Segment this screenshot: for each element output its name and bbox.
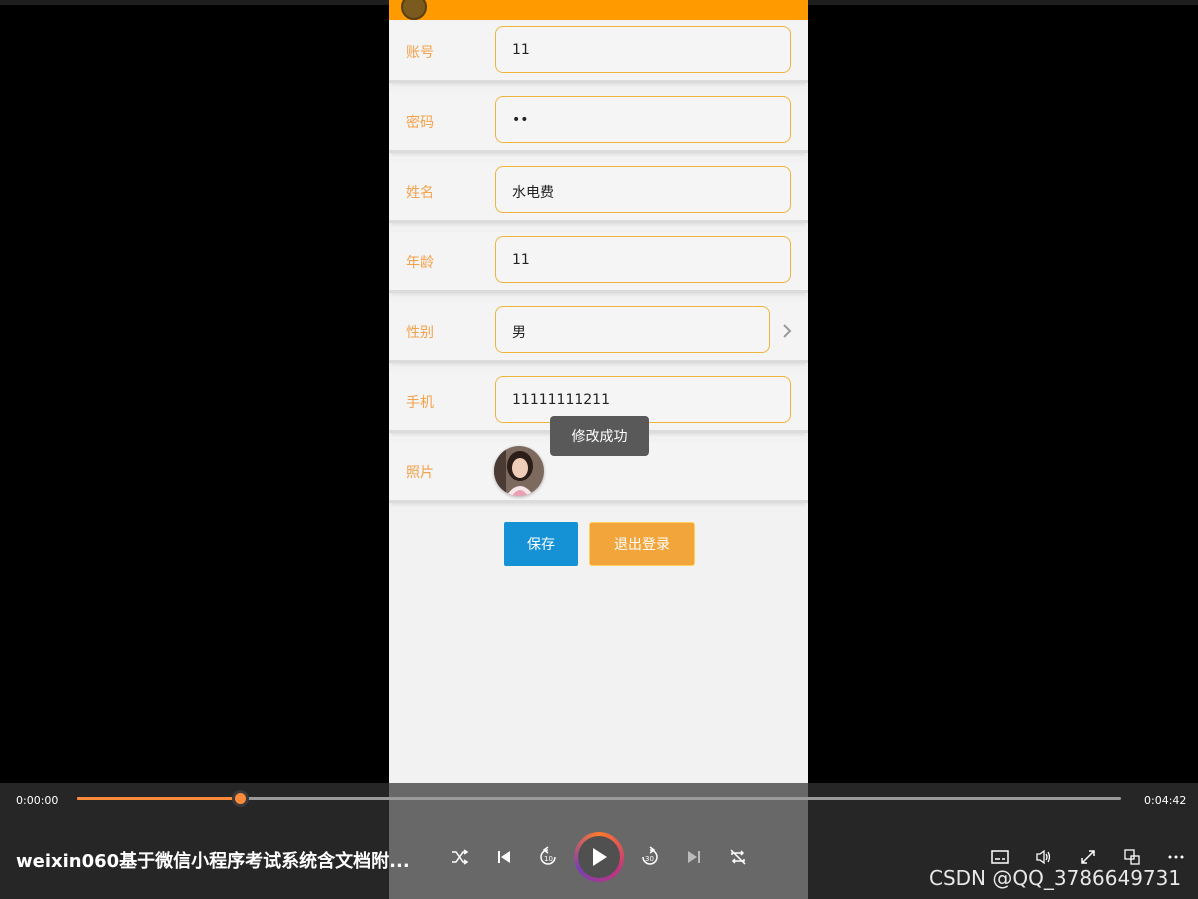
fullscreen-icon[interactable] <box>1077 846 1099 868</box>
gender-label: 性别 <box>406 325 434 341</box>
play-button[interactable] <box>574 832 624 882</box>
seek-thumb[interactable] <box>231 790 249 807</box>
age-row: 年龄 11 <box>389 232 808 293</box>
phone-label: 手机 <box>406 395 434 411</box>
age-label: 年龄 <box>406 255 434 271</box>
back-circle-icon[interactable] <box>401 0 427 20</box>
name-row: 姓名 水电费 <box>389 162 808 223</box>
subtitles-icon[interactable] <box>989 846 1011 868</box>
svg-text:30: 30 <box>645 855 654 863</box>
video-title: weixin060基于微信小程序考试系统含文档附... <box>16 851 410 872</box>
play-icon <box>578 836 620 878</box>
gender-row: 性别 男 <box>389 302 808 363</box>
phone-screen: 账号 11 密码 •• 姓名 水电费 年龄 11 性别 男 手机 1111111… <box>389 0 808 899</box>
account-row: 账号 11 <box>389 22 808 83</box>
save-button[interactable]: 保存 <box>504 522 578 566</box>
success-toast: 修改成功 <box>550 416 649 456</box>
skip-previous-icon[interactable] <box>493 846 515 868</box>
name-input[interactable]: 水电费 <box>495 166 791 213</box>
age-input[interactable]: 11 <box>495 236 791 283</box>
password-row: 密码 •• <box>389 92 808 153</box>
gender-select[interactable]: 男 <box>495 306 770 353</box>
miniplayer-icon[interactable] <box>1121 846 1143 868</box>
avatar[interactable] <box>494 446 544 496</box>
account-label: 账号 <box>406 45 434 61</box>
current-time: 0:00:00 <box>16 794 59 807</box>
total-time: 0:04:42 <box>1144 794 1187 807</box>
more-icon[interactable] <box>1165 846 1187 868</box>
logout-button[interactable]: 退出登录 <box>589 522 695 566</box>
account-input[interactable]: 11 <box>495 26 791 73</box>
csdn-watermark: CSDN @QQ_3786649731 <box>929 866 1182 890</box>
volume-icon[interactable] <box>1033 846 1055 868</box>
password-input[interactable]: •• <box>495 96 791 143</box>
photo-label: 照片 <box>406 465 434 481</box>
seek-bar[interactable] <box>77 790 1121 807</box>
rewind-10-icon[interactable]: 10 <box>537 845 559 869</box>
seek-progress <box>77 797 240 800</box>
repeat-off-icon[interactable] <box>727 846 749 868</box>
phone-header <box>389 0 808 20</box>
forward-30-icon[interactable]: 30 <box>639 845 661 869</box>
svg-text:10: 10 <box>544 855 553 863</box>
name-label: 姓名 <box>406 185 434 201</box>
shuffle-icon[interactable] <box>449 846 471 868</box>
chevron-right-icon[interactable] <box>781 322 793 342</box>
password-label: 密码 <box>406 115 434 131</box>
skip-next-icon[interactable] <box>683 846 705 868</box>
